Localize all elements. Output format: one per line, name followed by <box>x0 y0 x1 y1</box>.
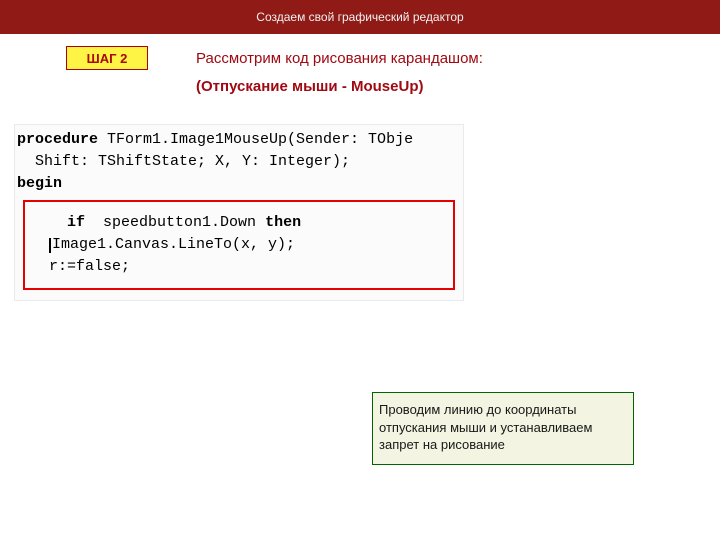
headline-sub: (Отпускание мыши - MouseUp) <box>196 78 423 95</box>
headline-main: Рассмотрим код рисования карандашом: <box>196 50 483 67</box>
code-line-1: procedure TForm1.Image1MouseUp(Sender: T… <box>17 129 461 151</box>
code-if-mid: speedbutton1.Down <box>85 214 265 231</box>
kw-procedure: procedure <box>17 131 98 148</box>
code-line-if: if speedbutton1.Down then <box>49 212 443 234</box>
code-line-begin: begin <box>17 173 461 195</box>
kw-if: if <box>67 214 85 231</box>
text-caret-icon <box>49 238 51 253</box>
highlight-frame: if speedbutton1.Down then Image1.Canvas.… <box>23 200 455 289</box>
kw-then: then <box>265 214 301 231</box>
kw-begin: begin <box>17 175 62 192</box>
slide-header-text: Создаем свой графический редактор <box>256 10 463 24</box>
code-l2: Image1.Canvas.LineTo(x, y); <box>52 236 295 253</box>
code-line-2: Shift: TShiftState; X, Y: Integer); <box>17 151 461 173</box>
code-sig1b: TForm1.Image1MouseUp(Sender: TObje <box>98 131 413 148</box>
step-badge: ШАГ 2 <box>66 46 148 70</box>
code-block: procedure TForm1.Image1MouseUp(Sender: T… <box>14 124 464 301</box>
note-box: Проводим линию до координаты отпускания … <box>372 392 634 465</box>
code-line-lineto: Image1.Canvas.LineTo(x, y); <box>49 234 443 256</box>
note-text: Проводим линию до координаты отпускания … <box>379 402 592 452</box>
step-badge-label: ШАГ 2 <box>87 51 128 66</box>
slide-header: Создаем свой графический редактор <box>0 0 720 34</box>
code-line-rfalse: r:=false; <box>49 256 443 278</box>
